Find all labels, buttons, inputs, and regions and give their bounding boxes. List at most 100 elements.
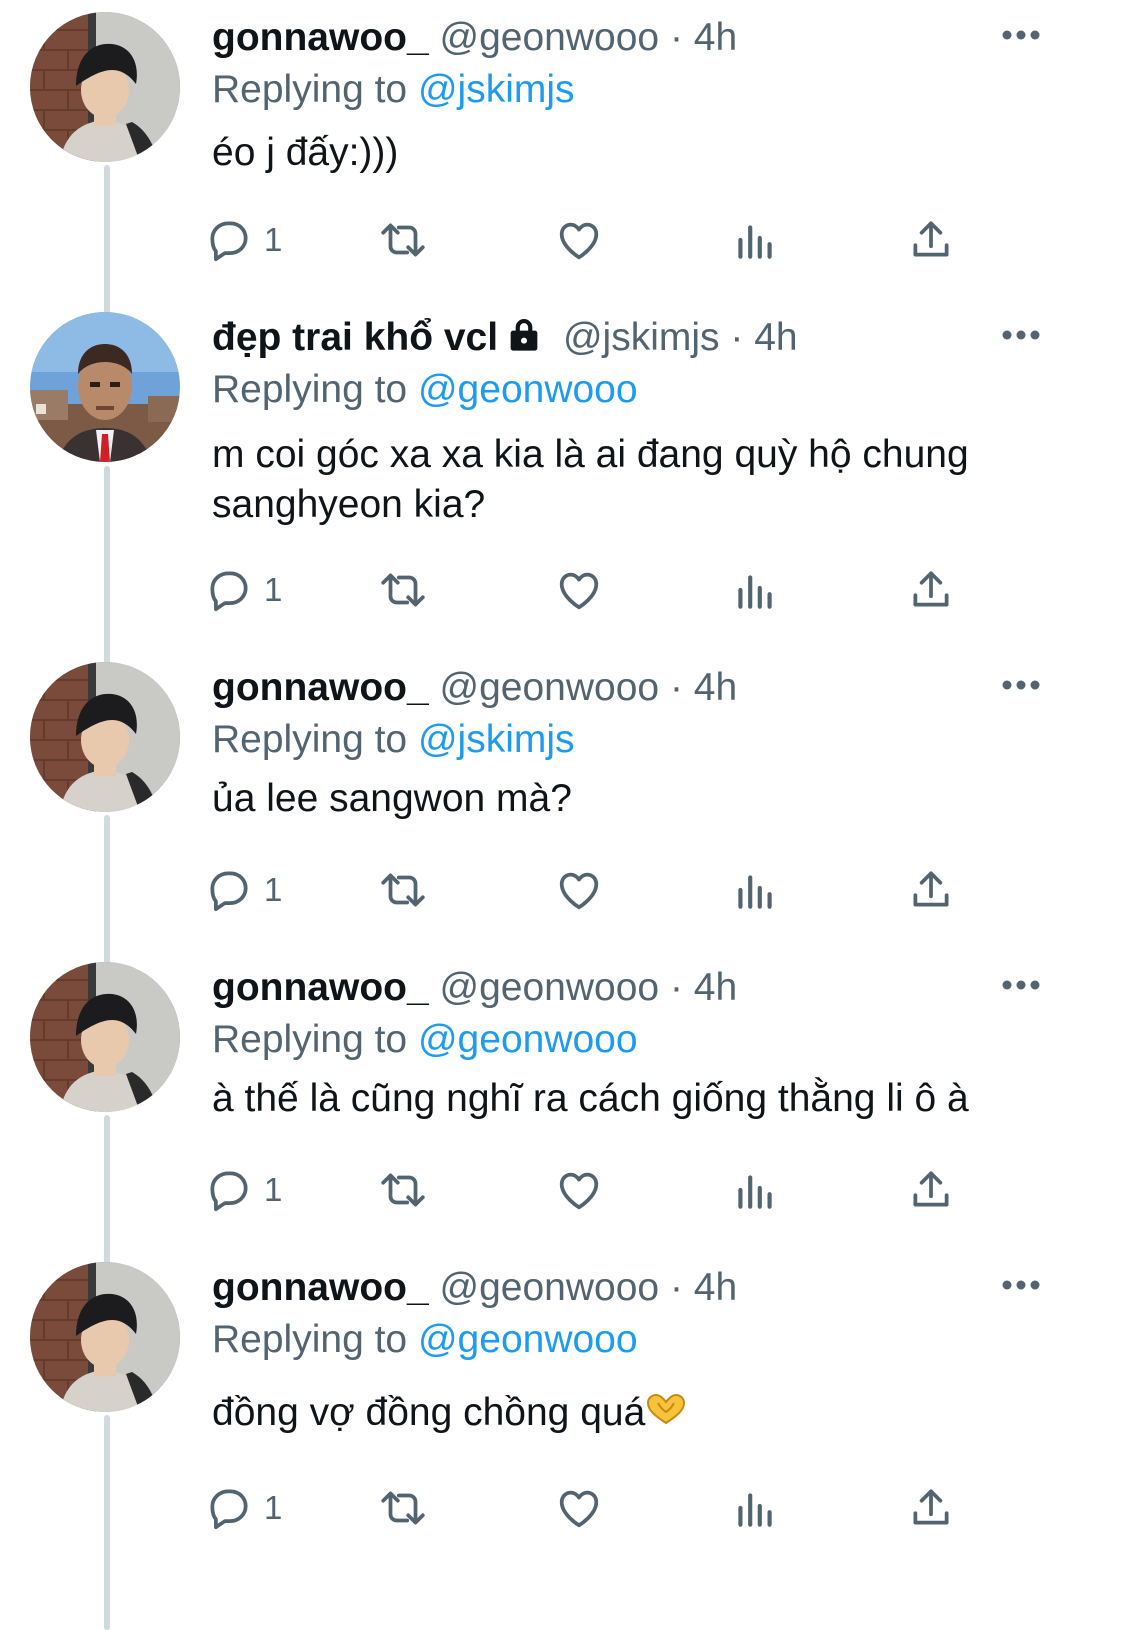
separator: ·: [669, 666, 683, 709]
tweet-actions: 1: [0, 1160, 1125, 1220]
tweet-actions: 1: [0, 860, 1125, 920]
mention-link[interactable]: @geonwooo: [418, 368, 638, 411]
gonnawoo-avatar[interactable]: [30, 962, 180, 1112]
handle[interactable]: @geonwooo: [440, 16, 660, 59]
tweet-4[interactable]: gonnawoo_ @geonwooo · 4h Replying to @ge…: [0, 950, 1125, 1250]
display-name[interactable]: gonnawoo_: [212, 1266, 429, 1309]
views-button[interactable]: [730, 560, 780, 620]
share-icon: [913, 571, 949, 607]
more-icon[interactable]: [1001, 978, 1041, 992]
tweet-2[interactable]: đẹp trai khổ vcl @jskimjs · 4h Replying …: [0, 300, 1125, 650]
replying-to: Replying to @jskimjs: [212, 716, 575, 764]
views-button[interactable]: [730, 1160, 780, 1220]
reply-count: 1: [264, 1489, 283, 1526]
handle[interactable]: @jskimjs: [563, 316, 720, 359]
tweet-text: m coi góc xa xa kia là ai đang quỳ hộ ch…: [212, 430, 1072, 530]
heart-hands-emoji: [647, 1393, 686, 1425]
reply-button[interactable]: 1: [204, 860, 282, 920]
replying-to-label: Replying to: [212, 68, 408, 111]
tweet-text: éo j đấy:))): [212, 128, 1072, 178]
tweet-actions: 1: [0, 210, 1125, 270]
share-button[interactable]: [906, 210, 956, 270]
lock-icon: [510, 319, 538, 351]
replying-to: Replying to @geonwooo: [212, 1016, 638, 1064]
retweet-button[interactable]: [378, 560, 428, 620]
tweet-5[interactable]: gonnawoo_ @geonwooo · 4h Replying to @ge…: [0, 1250, 1125, 1630]
jskimjs-avatar[interactable]: [30, 312, 180, 462]
reply-button[interactable]: 1: [204, 560, 282, 620]
tweet-actions: 1: [0, 560, 1125, 620]
tweet-3[interactable]: gonnawoo_ @geonwooo · 4h Replying to @js…: [0, 650, 1125, 950]
reply-count: 1: [264, 871, 283, 908]
gonnawoo-avatar-image: [30, 1262, 180, 1412]
mention-link[interactable]: @jskimjs: [418, 718, 575, 761]
views-button[interactable]: [730, 210, 780, 270]
tweet-header: gonnawoo_ @geonwooo · 4h: [212, 664, 1065, 712]
tweet-text-content: éo j đấy:))): [212, 131, 399, 174]
mention-link[interactable]: @jskimjs: [418, 68, 575, 111]
timestamp[interactable]: 4h: [694, 666, 737, 709]
like-icon: [559, 572, 599, 610]
gonnawoo-avatar-image: [30, 962, 180, 1112]
display-name[interactable]: gonnawoo_: [212, 16, 429, 59]
gonnawoo-avatar[interactable]: [30, 12, 180, 162]
like-button[interactable]: [554, 210, 604, 270]
retweet-button[interactable]: [378, 210, 428, 270]
like-button[interactable]: [554, 1160, 604, 1220]
tweet-header: gonnawoo_ @geonwooo · 4h: [212, 1264, 1065, 1312]
timestamp[interactable]: 4h: [694, 1266, 737, 1309]
reply-icon: [210, 221, 248, 262]
mention-link[interactable]: @geonwooo: [418, 1318, 638, 1361]
replying-to: Replying to @geonwooo: [212, 1316, 638, 1364]
views-button[interactable]: [730, 860, 780, 920]
display-name[interactable]: gonnawoo_: [212, 666, 429, 709]
replying-to: Replying to @geonwooo: [212, 366, 638, 414]
timestamp[interactable]: 4h: [694, 966, 737, 1009]
gonnawoo-avatar[interactable]: [30, 1262, 180, 1412]
like-icon: [559, 872, 599, 910]
share-icon: [913, 1489, 949, 1525]
reply-button[interactable]: 1: [204, 1160, 282, 1220]
handle[interactable]: @geonwooo: [440, 666, 660, 709]
share-button[interactable]: [906, 860, 956, 920]
more-icon[interactable]: [1001, 678, 1041, 692]
separator: ·: [669, 966, 683, 1009]
retweet-button[interactable]: [378, 1478, 428, 1538]
tweet-header: đẹp trai khổ vcl @jskimjs · 4h: [212, 314, 1065, 362]
separator: ·: [669, 1266, 683, 1309]
like-button[interactable]: [554, 1478, 604, 1538]
reply-icon: [210, 1171, 248, 1212]
reply-count: 1: [264, 221, 283, 258]
timestamp[interactable]: 4h: [754, 316, 797, 359]
gonnawoo-avatar[interactable]: [30, 662, 180, 812]
tweet-header: gonnawoo_ @geonwooo · 4h: [212, 14, 1065, 62]
handle[interactable]: @geonwooo: [440, 966, 660, 1009]
tweet-text: đồng vợ đồng chồng quá: [212, 1388, 1072, 1438]
views-icon: [738, 875, 772, 909]
tweet-1[interactable]: gonnawoo_ @geonwooo · 4h Replying to @js…: [0, 0, 1125, 300]
share-button[interactable]: [906, 1478, 956, 1538]
display-name[interactable]: đẹp trai khổ vcl: [212, 316, 498, 359]
views-button[interactable]: [730, 1478, 780, 1538]
reply-button[interactable]: 1: [204, 1478, 282, 1538]
reply-button[interactable]: 1: [204, 210, 282, 270]
gonnawoo-avatar-image: [30, 662, 180, 812]
more-icon[interactable]: [1001, 328, 1041, 342]
retweet-button[interactable]: [378, 1160, 428, 1220]
reply-icon: [210, 871, 248, 912]
mention-link[interactable]: @geonwooo: [418, 1018, 638, 1061]
share-button[interactable]: [906, 560, 956, 620]
views-icon: [738, 575, 772, 609]
share-button[interactable]: [906, 1160, 956, 1220]
display-name[interactable]: gonnawoo_: [212, 966, 429, 1009]
retweet-button[interactable]: [378, 860, 428, 920]
more-icon[interactable]: [1001, 1278, 1041, 1292]
gonnawoo-avatar-image: [30, 12, 180, 162]
like-button[interactable]: [554, 860, 604, 920]
jskimjs-avatar-image: [30, 312, 180, 462]
separator: ·: [730, 316, 744, 359]
more-icon[interactable]: [1001, 28, 1041, 42]
like-button[interactable]: [554, 560, 604, 620]
timestamp[interactable]: 4h: [694, 16, 737, 59]
handle[interactable]: @geonwooo: [440, 1266, 660, 1309]
